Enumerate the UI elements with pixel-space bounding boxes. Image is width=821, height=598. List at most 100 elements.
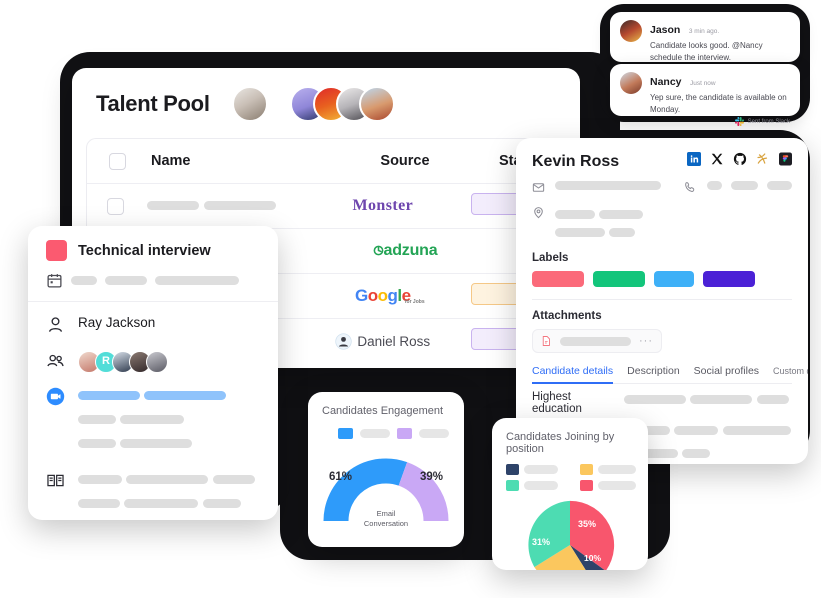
location-pin-icon — [532, 206, 546, 224]
label-chip[interactable] — [593, 271, 645, 287]
label-chip[interactable] — [532, 271, 584, 287]
person-icon — [46, 315, 68, 339]
gauge-center-label-line2: Conversation — [363, 518, 409, 528]
detail-value — [624, 391, 792, 415]
detail-row-highest-education: Highest education — [532, 384, 792, 415]
select-all-cell[interactable] — [91, 152, 143, 170]
candidate-profile-body: Kevin Ross Labels Attachments ··· Candid… — [516, 138, 808, 464]
cell-source: adzuna — [325, 242, 485, 260]
calendar-icon — [47, 274, 62, 288]
avatar[interactable] — [231, 86, 268, 122]
avatar-group[interactable] — [289, 86, 395, 122]
pie-value-label: 35% — [578, 519, 597, 529]
profile-tabs: Candidate details Description Social pro… — [532, 365, 808, 384]
google-for-jobs-sublabel: for Jobs — [404, 299, 425, 305]
figma-icon[interactable] — [779, 152, 792, 171]
attachment-item[interactable]: ··· — [532, 329, 662, 353]
candidates-engagement-card: Candidates Engagement 61% 39% Email Conv… — [308, 392, 464, 547]
chat-message-card[interactable]: Jason 3 min ago. Candidate looks good. @… — [610, 12, 800, 62]
google-for-jobs-logo: Google for Jobs — [355, 286, 425, 305]
avatar[interactable] — [358, 86, 395, 122]
talent-pool-header: Talent Pool — [72, 68, 580, 134]
select-all-checkbox[interactable] — [108, 152, 126, 170]
table-row[interactable]: Monster — [87, 184, 565, 229]
gauge-value-left: 61% — [329, 471, 353, 483]
candidate-profile-card: Kevin Ross Labels Attachments ··· Candid… — [516, 138, 808, 464]
row-checkbox[interactable] — [106, 197, 124, 215]
adzuna-logo: adzuna — [373, 242, 438, 259]
chat-text: Candidate looks good. @Nancy schedule th… — [650, 41, 763, 62]
column-header-source[interactable]: Source — [325, 153, 485, 169]
screenshot-root: Talent Pool Name Source Status — [0, 0, 821, 598]
github-icon[interactable] — [733, 152, 747, 171]
detail-value — [624, 422, 792, 464]
gauge-center-label: Email Conversation — [323, 509, 449, 528]
row-select-cell[interactable] — [91, 197, 139, 215]
column-header-name[interactable]: Name — [143, 153, 325, 169]
avatar[interactable] — [146, 351, 168, 373]
attachment-menu-button[interactable]: ··· — [639, 335, 653, 347]
avatar[interactable] — [620, 72, 642, 94]
gauge-value-right: 39% — [419, 471, 443, 483]
zoom-icon[interactable] — [46, 387, 68, 459]
chat-author: Nancy — [650, 76, 682, 88]
labels-list — [532, 271, 792, 287]
meeting-link-lines — [78, 387, 227, 459]
chart-title: Candidates Joining by position — [506, 431, 615, 455]
people-icon — [46, 351, 68, 375]
detail-label: Highest education — [532, 391, 582, 415]
legend-swatch — [580, 464, 593, 475]
chat-text: Yep sure, the candidate is available on … — [650, 93, 787, 114]
sent-from-slack-badge: Sent from Slack — [650, 117, 790, 127]
adzuna-mark-icon — [373, 245, 383, 256]
tab-candidate-details[interactable]: Candidate details — [532, 365, 614, 384]
tab-custom-details[interactable]: Custom details — [773, 366, 808, 376]
contact-location-row — [532, 206, 792, 242]
chat-message-body: Nancy Just now Yep sure, the candidate i… — [650, 72, 790, 127]
attendee-avatars[interactable]: R — [78, 351, 168, 375]
legend-swatch-email — [338, 428, 353, 439]
monster-logo: Monster — [352, 197, 414, 214]
chat-message-body: Jason 3 min ago. Candidate looks good. @… — [650, 20, 790, 62]
attachments-title: Attachments — [532, 310, 602, 322]
candidate-contact-info — [532, 181, 793, 242]
pie-value-label: 24% — [558, 569, 576, 570]
chat-author: Jason — [650, 24, 681, 36]
legend-item — [580, 480, 648, 491]
slack-icon — [734, 117, 744, 127]
label-chip[interactable] — [654, 271, 694, 287]
avatar[interactable] — [620, 20, 642, 42]
gauge-center-label-line1: Email — [376, 509, 396, 519]
interview-organizer-row: Ray Jackson — [46, 315, 260, 339]
technical-interview-card: Technical interview Ray Jackson R — [28, 226, 278, 520]
legend-swatch-conversation — [397, 428, 412, 439]
page-title: Talent Pool — [96, 91, 210, 116]
interview-attendees-row: R — [46, 351, 260, 375]
pie-slices — [528, 500, 615, 570]
tab-social-profiles[interactable]: Social profiles — [694, 365, 759, 377]
notes-lines — [78, 471, 255, 520]
label-chip[interactable] — [703, 271, 755, 287]
chat-message-card[interactable]: Nancy Just now Yep sure, the candidate i… — [610, 64, 800, 127]
chat-timestamp: 3 min ago. — [688, 28, 720, 35]
interview-body: Ray Jackson R — [28, 302, 278, 520]
candidate-name: Kevin Ross — [532, 152, 620, 170]
chat-timestamp: Just now — [689, 80, 716, 87]
pdf-file-icon — [542, 336, 550, 346]
chart-legend — [308, 417, 464, 439]
mail-icon — [532, 181, 546, 199]
dribbble-icon[interactable] — [756, 152, 770, 171]
cell-source: Google for Jobs — [309, 286, 457, 306]
event-color-swatch — [46, 240, 67, 261]
x-icon[interactable] — [710, 152, 724, 171]
linkedin-icon[interactable] — [687, 152, 701, 171]
tab-description[interactable]: Description — [627, 365, 680, 377]
interview-title-row: Technical interview — [46, 240, 260, 261]
table-header-row: Name Source Status — [87, 139, 565, 184]
gauge-chart: 61% 39% Email Conversation — [323, 455, 449, 529]
legend-item — [506, 480, 574, 491]
chart-title: Candidates Engagement — [322, 405, 444, 417]
labels-title: Labels — [532, 252, 569, 264]
interview-notes-row — [46, 471, 260, 520]
cell-name — [139, 197, 308, 215]
